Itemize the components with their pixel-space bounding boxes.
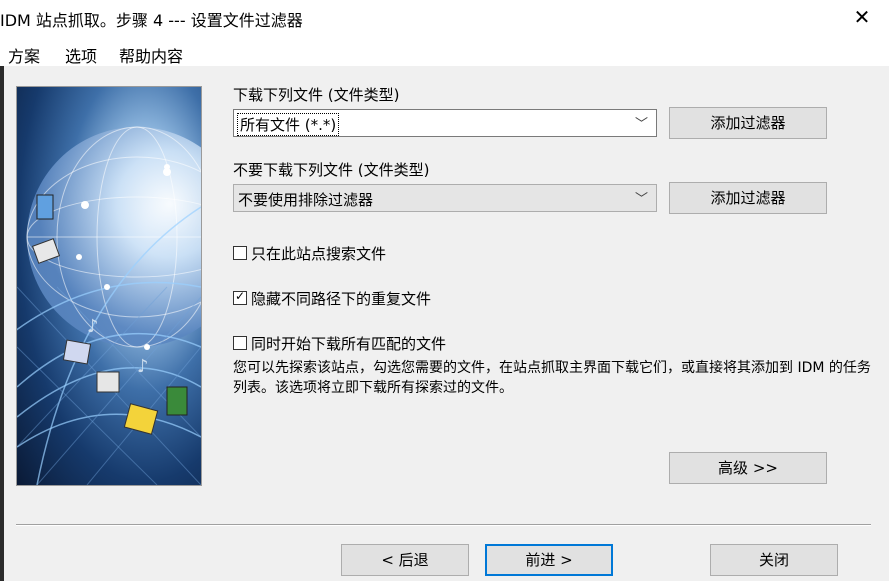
advanced-button[interactable]: 高级 >> — [669, 452, 827, 484]
start-all-label: 同时开始下载所有匹配的文件 — [251, 335, 447, 353]
menu-item-help[interactable]: 帮助内容 — [119, 43, 183, 67]
checkbox-empty-icon — [233, 336, 247, 350]
only-this-site-checkbox[interactable]: 只在此站点搜索文件 — [233, 243, 386, 264]
start-all-checkbox[interactable]: 同时开始下载所有匹配的文件 — [233, 333, 446, 354]
chevron-down-icon: ﹀ — [634, 117, 648, 132]
exclude-types-label: 不要下载下列文件 (文件类型) — [233, 161, 430, 179]
menu-item-options[interactable]: 选项 — [65, 43, 97, 67]
start-all-description: 您可以先探索该站点，勾选您需要的文件，在站点抓取主界面下载它们，或直接将其添加到… — [233, 360, 871, 396]
window-left-edge — [0, 66, 4, 581]
chevron-down-icon: ﹀ — [634, 192, 648, 207]
title-bar: IDM 站点抓取。步骤 4 --- 设置文件过滤器 ✕ — [0, 0, 889, 36]
menu-bar: 方案 选项 帮助内容 — [0, 36, 889, 66]
exclude-types-value: 不要使用排除过滤器 — [238, 191, 374, 209]
download-types-value: 所有文件 (*.*) — [236, 113, 340, 136]
wizard-illustration: ♪ ♪ — [16, 86, 202, 486]
hide-duplicates-checkbox[interactable]: ✓ 隐藏不同路径下的重复文件 — [233, 288, 431, 309]
next-button[interactable]: 前进 > — [485, 544, 613, 576]
globe-illustration-svg: ♪ ♪ — [17, 126, 201, 485]
svg-text:♪: ♪ — [87, 316, 99, 337]
add-download-filter-button[interactable]: 添加过滤器 — [669, 107, 827, 139]
close-button[interactable]: 关闭 — [710, 544, 838, 576]
footer-separator — [16, 524, 871, 526]
menu-item-scheme[interactable]: 方案 — [8, 43, 40, 67]
svg-text:♪: ♪ — [137, 356, 149, 377]
checkbox-empty-icon — [233, 246, 247, 260]
close-icon[interactable]: ✕ — [849, 4, 875, 30]
download-types-select[interactable]: 所有文件 (*.*) ﹀ — [233, 109, 657, 137]
download-types-label: 下载下列文件 (文件类型) — [233, 86, 400, 104]
exclude-types-select[interactable]: 不要使用排除过滤器 ﹀ — [233, 184, 657, 212]
window-title: IDM 站点抓取。步骤 4 --- 设置文件过滤器 — [0, 11, 303, 30]
hide-duplicates-label: 隐藏不同路径下的重复文件 — [251, 290, 432, 308]
back-button[interactable]: < 后退 — [341, 544, 469, 576]
checkbox-checked-icon: ✓ — [233, 289, 247, 305]
add-exclude-filter-button[interactable]: 添加过滤器 — [669, 182, 827, 214]
only-this-site-label: 只在此站点搜索文件 — [251, 245, 387, 263]
